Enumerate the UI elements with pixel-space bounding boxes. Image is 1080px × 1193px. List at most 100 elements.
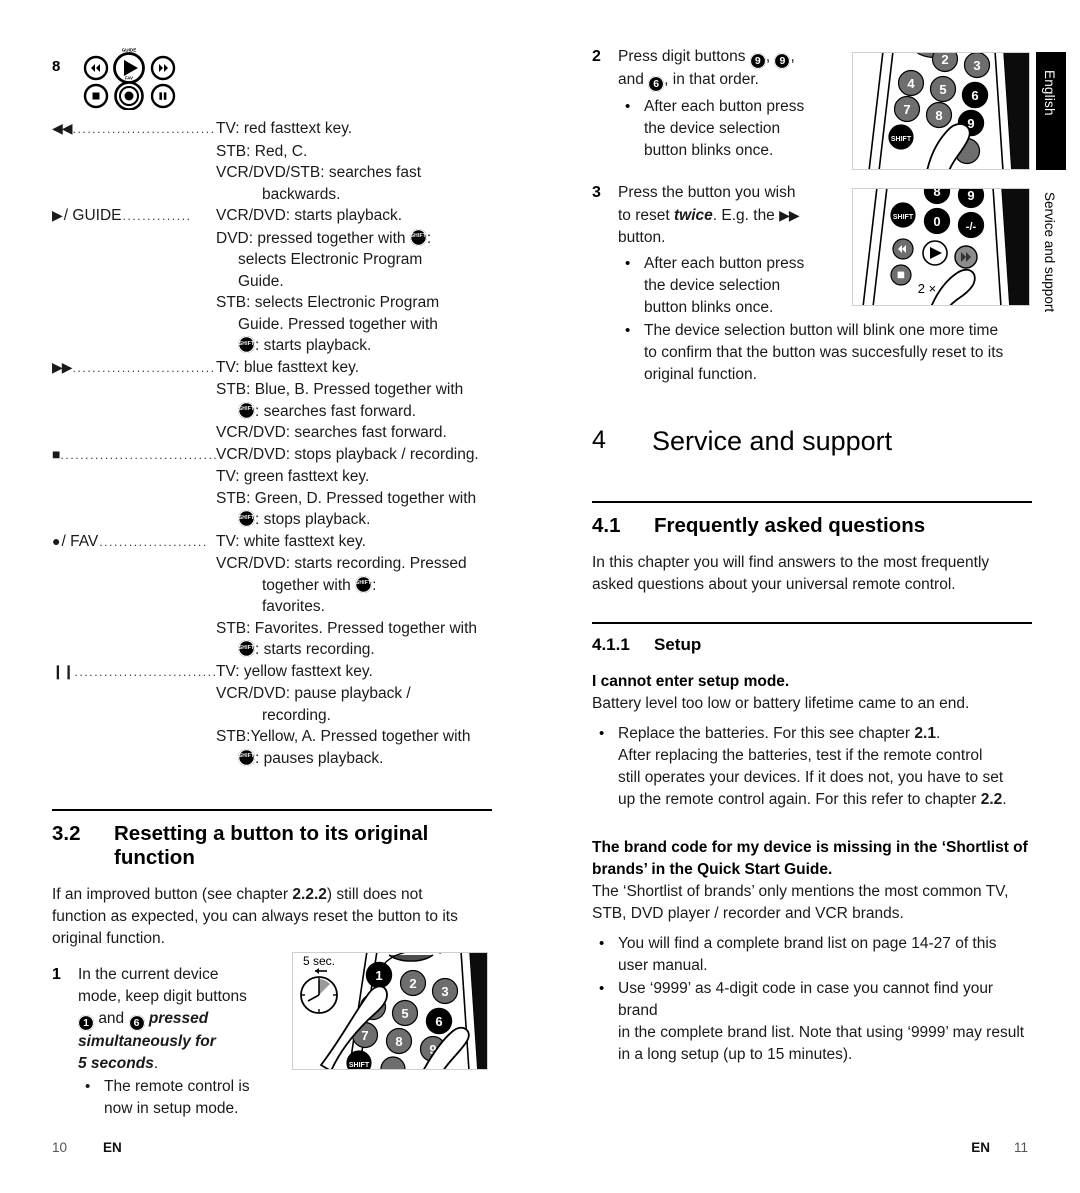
svg-text:1: 1	[375, 968, 382, 983]
shift-button-icon: SHIFT	[238, 640, 255, 657]
dot-leader: ...................................	[74, 664, 216, 679]
key-entry-desc: STB:Yellow, A. Pressed together with	[216, 728, 471, 745]
shift-button-icon: SHIFT	[238, 336, 255, 353]
svg-text:2: 2	[409, 976, 416, 991]
bullet-text: Use ‘9999’ as 4-digit code in case you c…	[618, 978, 1032, 1066]
key-entry-fast-forward: ▶▶ ................................... T…	[52, 357, 492, 444]
key-entry-cont: recording.	[52, 705, 492, 727]
language-code: EN	[103, 1140, 122, 1155]
bullet-line-1: After each button press	[644, 98, 805, 115]
svg-text:3: 3	[973, 58, 980, 73]
bullet-text: You will find a complete brand list on p…	[618, 933, 1032, 977]
key-entry-desc: DVD: pressed together with SHIFT:	[216, 228, 492, 250]
record-button-icon	[114, 81, 144, 110]
bullet-line-1-post: .	[935, 725, 941, 742]
section-rule	[592, 501, 1032, 503]
pause-glyph-icon: ❙❙	[52, 662, 74, 679]
key-entry-desc: STB: Red, C.	[216, 142, 308, 160]
bullet-line-1: The remote control is	[104, 1078, 250, 1095]
key-entry-cont: STB: Green, D. Pressed together with	[52, 488, 492, 510]
key-entry-cont: DVD: pressed together with SHIFT:	[52, 228, 492, 250]
step-number: 1	[52, 966, 61, 983]
key-entry-cont: TV: green fasttext key.	[52, 466, 492, 488]
language-side-tab-label: English	[1042, 70, 1057, 116]
paragraph-line-1: In this chapter you will find answers to…	[592, 554, 990, 571]
key-entry-cont: Guide. Pressed together with	[52, 314, 492, 336]
key-entry-desc: STB: Blue, B. Pressed together with	[216, 381, 464, 398]
section-3-2-intro: If an improved button (see chapter 2.2.2…	[52, 884, 492, 950]
key-entry-desc: favorites.	[262, 598, 325, 615]
language-code: EN	[971, 1140, 990, 1155]
figure-2-illustration: 2 3 4 5 6 7 8 9 SHIFT	[853, 53, 1029, 169]
key-entry-desc: TV: green fasttext key.	[216, 468, 370, 485]
key-entry-desc: VCR/DVD/STB: searches fast	[216, 164, 422, 181]
key-entry-label: ❙❙ ...................................	[52, 661, 216, 684]
faq-item-1: I cannot enter setup mode. Battery level…	[592, 671, 1032, 811]
step-text: Press digit buttons 9, 9, and 6, in that…	[618, 48, 795, 92]
chapter-4: 4 Service and support 4.1 Frequently ask…	[592, 426, 1032, 1066]
section-number: 3.2	[52, 822, 81, 845]
bullet-line-2: now in setup mode.	[104, 1100, 239, 1117]
stop-button-icon	[83, 83, 109, 109]
desc-text-after: : stops playback.	[255, 511, 371, 528]
digit-1-icon: 1	[78, 1015, 94, 1031]
bullet-dot: •	[625, 322, 631, 339]
shift-button-icon: SHIFT	[355, 575, 373, 593]
bullet-dot: •	[599, 935, 605, 952]
page-number: 11	[1013, 1140, 1028, 1155]
key-entry-desc: VCR/DVD: pause playback /	[216, 685, 411, 702]
section-title: Frequently asked questions	[654, 514, 926, 537]
rewind-glyph-icon: ◀◀	[52, 120, 73, 136]
bullet-line-4-post: .	[1002, 791, 1007, 808]
bullet-line-2: to confirm that the button was succesful…	[644, 344, 1004, 361]
key-entry-desc: TV: red fasttext key.	[216, 120, 353, 137]
chapter-ref: 2.2.2	[292, 886, 327, 903]
svg-text:7: 7	[361, 1028, 368, 1043]
key-entry-name: / FAV	[61, 532, 99, 550]
key-entry-cont: SHIFT: stops playback.	[52, 509, 492, 531]
intro-line-2: function as expected, you can always res…	[52, 908, 458, 925]
key-entry-cont: VCR/DVD/STB: searches fast	[52, 162, 492, 184]
manual-page-spread: English Service and support 8 GUIDE FAV …	[0, 0, 1080, 1193]
section-rule	[52, 809, 492, 811]
step-3: 3 Press the button you wish to reset twi…	[592, 182, 844, 249]
key-entry-cont: SHIFT: searches fast forward.	[52, 401, 492, 423]
key-entry-row: ❙❙ ................................... T…	[52, 661, 492, 684]
key-entry-label: ■ ......................................	[52, 444, 216, 467]
key-6-highlight: 6	[425, 1007, 453, 1035]
svg-text:8: 8	[933, 189, 940, 199]
svg-text:8: 8	[395, 1034, 402, 1049]
section-number: 4.1.1	[592, 635, 630, 654]
digit-6-icon: 6	[648, 76, 665, 92]
digit-9-icon: 9	[749, 53, 766, 69]
section-4-1-paragraph: In this chapter you will find answers to…	[592, 552, 1032, 596]
dot-leader: ......................	[99, 534, 208, 549]
guide-label: GUIDE	[122, 47, 137, 52]
key-entry-desc: TV: white fasttext key.	[216, 532, 366, 550]
svg-text:5: 5	[401, 1006, 408, 1021]
step-line-1: In the current device	[78, 966, 219, 983]
bullet-line-1: Replace the batteries. For this see chap…	[618, 725, 915, 742]
desc-text: together with	[262, 576, 356, 594]
chapter-title: Service and support	[652, 426, 893, 456]
svg-text:6: 6	[435, 1014, 442, 1029]
key-entry-desc: VCR/DVD: starts playback.	[216, 207, 403, 224]
key-entry-cont: VCR/DVD: pause playback /	[52, 683, 492, 705]
step-line-1: Press the button you wish	[618, 184, 796, 201]
digit-6-icon: 6	[128, 1015, 145, 1031]
repeat-annotation: 2 ×	[918, 281, 936, 296]
desc-text-after: :	[372, 576, 377, 594]
dash-key: -/-	[957, 211, 985, 239]
bullet-dot: •	[599, 980, 605, 997]
key-entry-cont: SHIFT: starts recording.	[52, 639, 492, 661]
svg-text:-/-: -/-	[966, 221, 977, 233]
faq-question: The brand code for my device is missing …	[592, 837, 1032, 881]
section-title: Resetting a button to its original funct…	[114, 822, 429, 869]
faq-bullet: • You will find a complete brand list on…	[592, 933, 1032, 977]
question-line-2: brands’ in the Quick Start Guide.	[592, 861, 833, 878]
shift-key-label: SHIFT	[891, 136, 912, 143]
step-line-1: Press digit buttons	[618, 48, 750, 65]
intro-text: If an improved button (see chapter	[52, 886, 293, 903]
section-title: Setup	[654, 635, 702, 654]
svg-text:6: 6	[971, 88, 978, 103]
